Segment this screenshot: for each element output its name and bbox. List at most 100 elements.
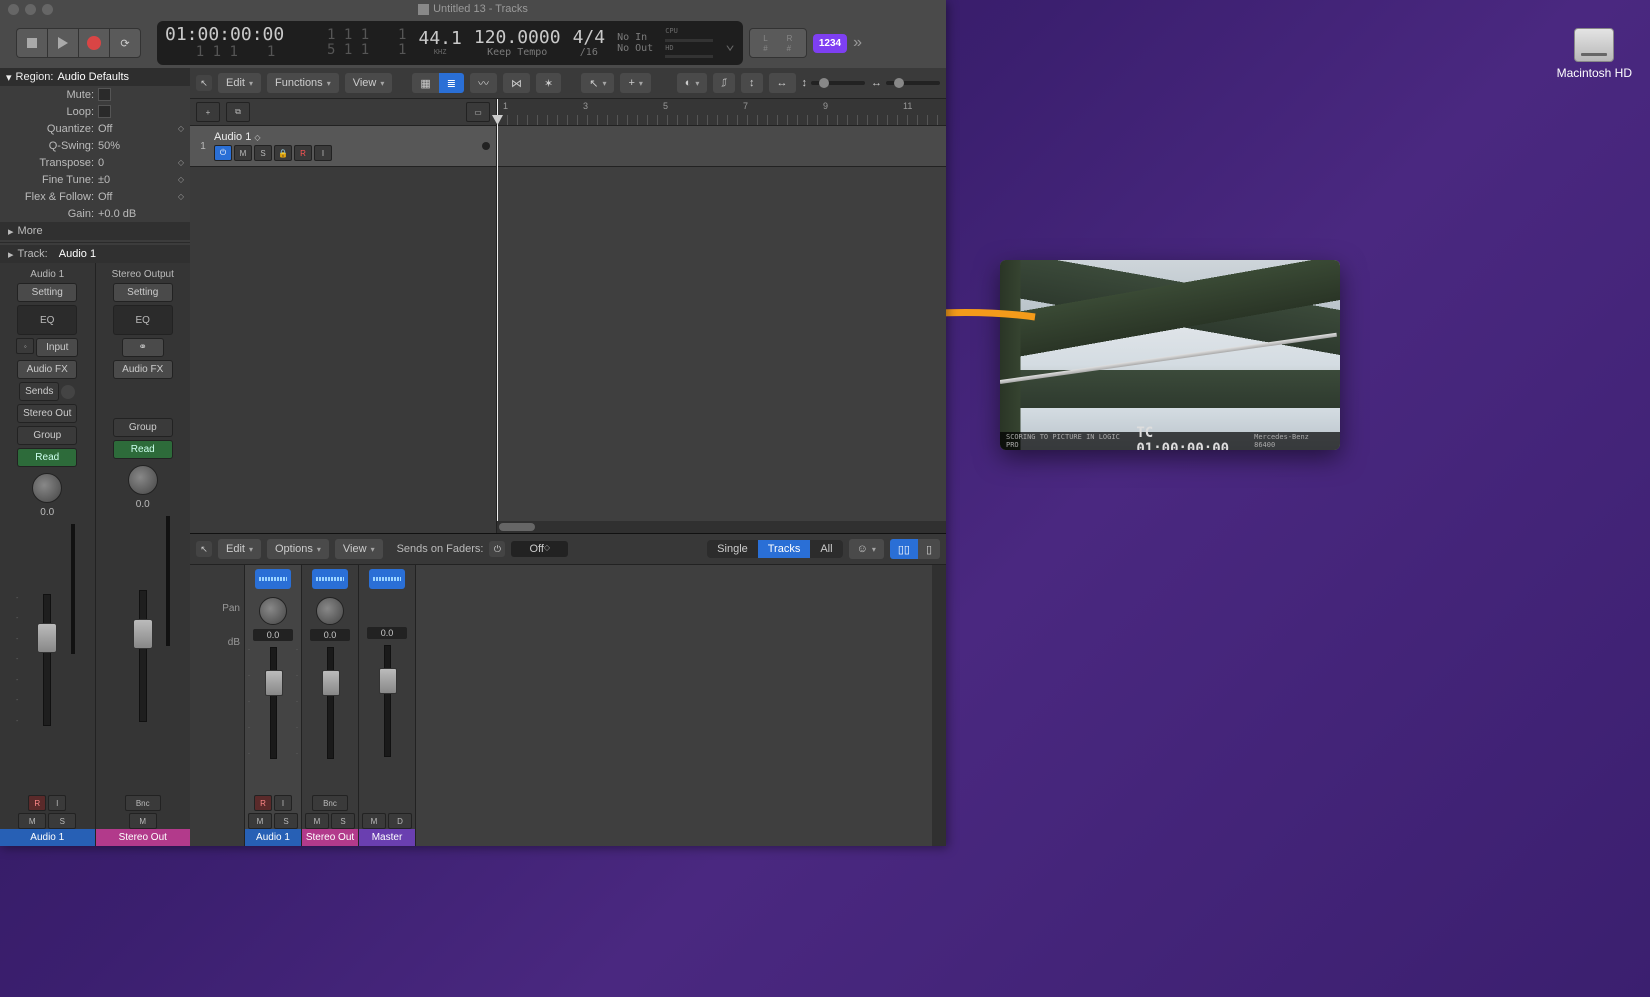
- track-header-row[interactable]: 1 Audio 1 ◇ ⏻ M S 🔒 R I: [190, 126, 496, 167]
- sends-power-button[interactable]: ⏻: [489, 541, 505, 557]
- pan-knob[interactable]: [259, 597, 287, 625]
- strip-footer[interactable]: Audio 1: [0, 829, 95, 846]
- eq-slot[interactable]: EQ: [113, 305, 173, 335]
- ruler[interactable]: 1 3 5 7 9 11: [497, 99, 946, 126]
- minimize-icon[interactable]: [25, 4, 36, 15]
- mixer-single-button[interactable]: Single: [707, 540, 758, 558]
- track-lock-icon[interactable]: 🔒: [274, 145, 292, 161]
- catch-playhead-button[interactable]: ✶: [536, 73, 561, 93]
- mute-button[interactable]: M: [305, 813, 329, 829]
- solo-button[interactable]: S: [48, 813, 76, 829]
- maximize-icon[interactable]: [42, 4, 53, 15]
- vertical-auto-zoom-button[interactable]: ↕: [741, 73, 763, 93]
- sends-mode-select[interactable]: Off ◇: [511, 541, 568, 557]
- link-icon[interactable]: ⚭: [122, 338, 164, 357]
- horizontal-auto-zoom-button[interactable]: ↔: [769, 73, 796, 93]
- setting-button[interactable]: Setting: [113, 283, 173, 302]
- record-button[interactable]: [78, 28, 109, 58]
- mixer-strip-audio1[interactable]: 0.0 ----- ----- R I M: [245, 565, 302, 846]
- balance-knob[interactable]: [316, 597, 344, 625]
- dim-button[interactable]: D: [388, 813, 412, 829]
- arrange-area[interactable]: 1 3 5 7 9 11: [497, 99, 946, 533]
- strip-name[interactable]: Stereo Out: [302, 829, 358, 846]
- mute-button[interactable]: M: [248, 813, 272, 829]
- snap-menu[interactable]: ◐▾: [677, 73, 708, 93]
- track-mute-button[interactable]: M: [234, 145, 252, 161]
- quantize-value[interactable]: Off: [98, 123, 178, 135]
- finetune-value[interactable]: ±0: [98, 174, 178, 186]
- horizontal-scrollbar[interactable]: [497, 521, 946, 533]
- setting-button[interactable]: Setting: [17, 283, 77, 302]
- input-format-icon[interactable]: ◦: [16, 338, 34, 354]
- more-disclosure[interactable]: ▸More: [0, 222, 190, 240]
- stop-button[interactable]: [16, 28, 47, 58]
- strip-name[interactable]: Audio 1: [245, 829, 301, 846]
- eq-slot[interactable]: EQ: [17, 305, 77, 335]
- bounce-button[interactable]: Bnc: [312, 795, 348, 811]
- record-enable-button[interactable]: R: [28, 795, 46, 811]
- locator-lr[interactable]: L# R#: [749, 28, 807, 58]
- audiofx-slot[interactable]: Audio FX: [113, 360, 173, 379]
- track-name[interactable]: Audio 1 ◇: [214, 131, 332, 143]
- input-monitor-button[interactable]: I: [48, 795, 66, 811]
- flex-button[interactable]: ⋈: [503, 73, 530, 93]
- output-slot[interactable]: Stereo Out: [17, 404, 77, 423]
- bounce-button[interactable]: Bnc: [125, 795, 161, 811]
- track-record-button[interactable]: R: [294, 145, 312, 161]
- strip-footer[interactable]: Stereo Out: [96, 829, 191, 846]
- loop-checkbox[interactable]: [98, 105, 111, 118]
- group-slot[interactable]: Group: [113, 418, 173, 437]
- close-icon[interactable]: [8, 4, 19, 15]
- pointer-tool[interactable]: ↖▾: [581, 73, 614, 93]
- automation-mode[interactable]: Read: [113, 440, 173, 459]
- global-tracks-button[interactable]: ▭: [466, 102, 490, 122]
- track-power-button[interactable]: ⏻: [214, 145, 232, 161]
- automation-button[interactable]: 〰: [470, 73, 497, 93]
- mixer-narrow-button[interactable]: ▯: [918, 539, 940, 559]
- qswing-value[interactable]: 50%: [98, 140, 184, 152]
- mixer-all-button[interactable]: All: [810, 540, 842, 558]
- mixer-strip-stereoout[interactable]: 0.0 Bnc M S Stereo Out: [302, 565, 359, 846]
- mute-button[interactable]: M: [129, 813, 157, 829]
- mixer-strip-master[interactable]: 0.0 M D Master: [359, 565, 416, 846]
- duplicate-track-button[interactable]: ⧉: [226, 102, 250, 122]
- mixer-scrollbar[interactable]: [932, 565, 946, 846]
- hide-inspector-button[interactable]: ↖: [196, 75, 212, 91]
- mixer-tracks-button[interactable]: Tracks: [758, 540, 811, 558]
- audiofx-slot[interactable]: Audio FX: [17, 360, 77, 379]
- playhead[interactable]: [497, 99, 498, 533]
- record-enable-button[interactable]: R: [254, 795, 272, 811]
- mixer-wide-button[interactable]: ▯▯: [890, 539, 918, 559]
- lcd-dropdown-icon[interactable]: ⌄: [725, 34, 735, 53]
- region-header[interactable]: ▾ Region: Audio Defaults: [0, 68, 190, 86]
- play-button[interactable]: [47, 28, 78, 58]
- balance-knob[interactable]: [128, 465, 158, 495]
- fader[interactable]: [384, 645, 391, 757]
- master-tuning-badge[interactable]: 1234: [813, 34, 847, 53]
- lcd-display[interactable]: 01:00:00:00 ⠀⠀⠀1 1 1 ⠀⠀1 ⠀⠀⠀1 1 1 ⠀⠀1 ⠀⠀…: [157, 21, 743, 65]
- edit-menu[interactable]: Edit▾: [218, 73, 261, 93]
- mixer-hide-button[interactable]: ↖: [196, 541, 212, 557]
- sends-label[interactable]: Sends: [19, 382, 59, 401]
- list-view-button[interactable]: ≣: [439, 73, 464, 93]
- fader[interactable]: [270, 647, 277, 759]
- mute-button[interactable]: M: [18, 813, 46, 829]
- flex-value[interactable]: Off: [98, 191, 178, 203]
- pan-knob[interactable]: [32, 473, 62, 503]
- input-slot[interactable]: Input: [36, 338, 78, 357]
- send-knob[interactable]: [61, 385, 75, 399]
- mixer-edit-menu[interactable]: Edit▾: [218, 539, 261, 559]
- functions-menu[interactable]: Functions▾: [267, 73, 339, 93]
- track-input-button[interactable]: I: [314, 145, 332, 161]
- track-lane[interactable]: [497, 126, 946, 167]
- mixer-view-menu[interactable]: View▾: [335, 539, 383, 559]
- track-solo-button[interactable]: S: [254, 145, 272, 161]
- solo-button[interactable]: S: [274, 813, 298, 829]
- macintosh-hd-icon[interactable]: Macintosh HD: [1557, 28, 1632, 80]
- view-menu[interactable]: View▾: [345, 73, 393, 93]
- horizontal-zoom-slider[interactable]: [886, 81, 940, 85]
- fader[interactable]: [43, 594, 51, 726]
- solo-button[interactable]: S: [331, 813, 355, 829]
- automation-mode[interactable]: Read: [17, 448, 77, 467]
- track-disclosure[interactable]: ▸Track: Audio 1: [0, 245, 190, 263]
